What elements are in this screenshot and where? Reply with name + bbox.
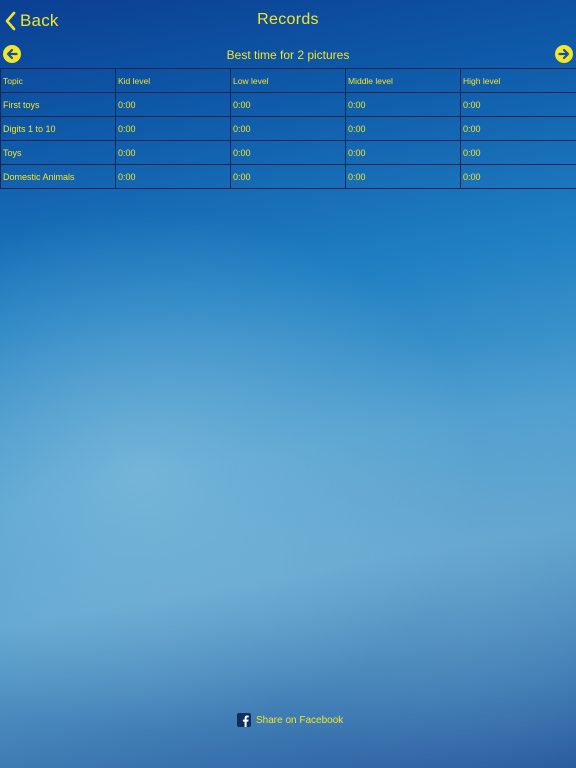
table-row: Toys 0:00 0:00 0:00 0:00 — [0, 140, 576, 165]
topic-cell: First toys — [0, 92, 116, 117]
kid-level-cell: 0:00 — [115, 140, 231, 165]
picture-count-selector: Best time for 2 pictures — [0, 42, 576, 66]
column-header-topic: Topic — [0, 68, 116, 93]
next-button[interactable] — [554, 44, 574, 64]
kid-level-cell: 0:00 — [115, 116, 231, 141]
facebook-icon — [237, 713, 251, 727]
subtitle: Best time for 2 pictures — [226, 48, 350, 62]
column-header-low-level: Low level — [230, 68, 346, 93]
topic-cell: Domestic Animals — [0, 164, 116, 189]
page-title: Records — [257, 11, 319, 28]
records-table: Topic Kid level Low level Middle level H… — [0, 68, 576, 189]
low-level-cell: 0:00 — [230, 116, 346, 141]
arrow-right-circle-icon — [554, 44, 574, 64]
middle-level-cell: 0:00 — [345, 92, 461, 117]
table-row: Digits 1 to 10 0:00 0:00 0:00 0:00 — [0, 116, 576, 141]
topic-cell: Digits 1 to 10 — [0, 116, 116, 141]
high-level-cell: 0:00 — [460, 116, 576, 141]
middle-level-cell: 0:00 — [345, 164, 461, 189]
kid-level-cell: 0:00 — [115, 92, 231, 117]
table-row: Domestic Animals 0:00 0:00 0:00 0:00 — [0, 164, 576, 189]
kid-level-cell: 0:00 — [115, 164, 231, 189]
share-label: Share on Facebook — [256, 714, 344, 726]
table-header-row: Topic Kid level Low level Middle level H… — [0, 68, 576, 93]
low-level-cell: 0:00 — [230, 92, 346, 117]
column-header-kid-level: Kid level — [115, 68, 231, 93]
low-level-cell: 0:00 — [230, 164, 346, 189]
high-level-cell: 0:00 — [460, 140, 576, 165]
column-header-high-level: High level — [460, 68, 576, 93]
table-row: First toys 0:00 0:00 0:00 0:00 — [0, 92, 576, 117]
column-header-middle-level: Middle level — [345, 68, 461, 93]
navigation-bar: Back Records — [0, 0, 576, 42]
middle-level-cell: 0:00 — [345, 140, 461, 165]
share-on-facebook-button[interactable]: Share on Facebook — [237, 712, 343, 728]
high-level-cell: 0:00 — [460, 164, 576, 189]
high-level-cell: 0:00 — [460, 92, 576, 117]
low-level-cell: 0:00 — [230, 140, 346, 165]
topic-cell: Toys — [0, 140, 116, 165]
middle-level-cell: 0:00 — [345, 116, 461, 141]
